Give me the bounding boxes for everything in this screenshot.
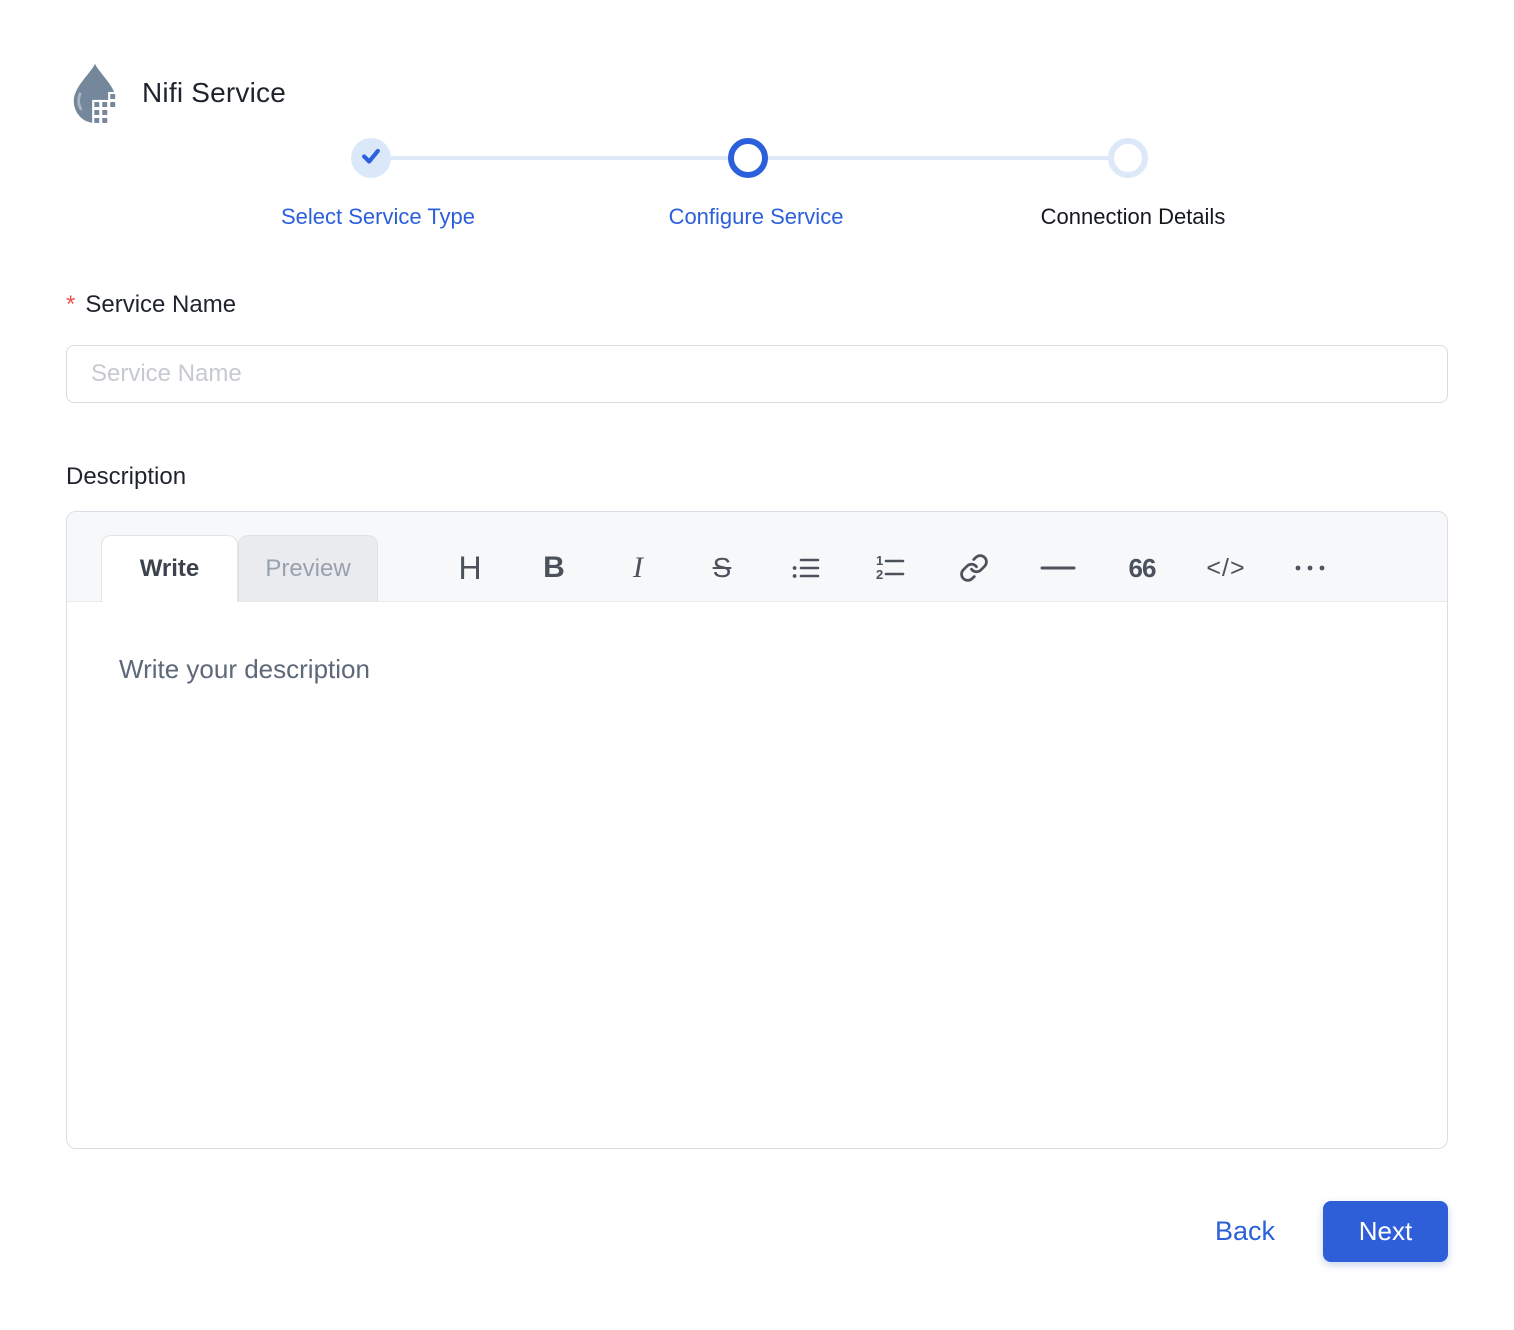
required-asterisk: * — [66, 291, 76, 318]
code-button[interactable]: </> — [1184, 535, 1268, 601]
nifi-service-wizard: Nifi Service Select Service Type Configu… — [0, 0, 1514, 1330]
next-button[interactable]: Next — [1323, 1201, 1448, 1262]
service-name-input[interactable] — [66, 345, 1448, 403]
more-icon — [1293, 563, 1327, 573]
bold-button[interactable]: B — [512, 535, 596, 601]
wizard-stepper: Select Service Type Configure Service Co… — [66, 138, 1448, 243]
link-icon — [959, 553, 989, 583]
step-label-connection-details[interactable]: Connection Details — [1041, 204, 1226, 230]
italic-button[interactable]: I — [596, 535, 680, 601]
check-icon — [360, 145, 382, 172]
unordered-list-button[interactable] — [764, 535, 848, 601]
description-textarea[interactable] — [67, 602, 1447, 1148]
page-header: Nifi Service — [66, 62, 1448, 126]
unordered-list-icon — [791, 553, 821, 583]
tab-write[interactable]: Write — [101, 535, 238, 602]
ordered-list-icon: 1 2 — [875, 553, 905, 583]
page-title: Nifi Service — [142, 77, 286, 108]
link-button[interactable] — [932, 535, 1016, 601]
step-connector-2 — [748, 156, 1128, 160]
strikethrough-icon: S — [712, 552, 732, 583]
description-editor: Write Preview H B I S 1 2 66 </> Write y… — [66, 511, 1448, 1149]
bold-icon: B — [543, 551, 565, 584]
nifi-drop-icon — [66, 62, 124, 126]
heading-icon: H — [458, 549, 482, 586]
horizontal-rule-icon — [1040, 564, 1076, 572]
service-name-label: Service Name — [85, 291, 237, 318]
quote-button[interactable]: 66 — [1100, 535, 1184, 601]
svg-text:1: 1 — [876, 553, 883, 568]
tab-preview[interactable]: Preview — [238, 535, 378, 601]
horizontal-rule-button[interactable] — [1016, 535, 1100, 601]
quote-icon: 66 — [1128, 552, 1157, 583]
svg-text:2: 2 — [876, 567, 883, 582]
back-button[interactable]: Back — [1215, 1216, 1275, 1247]
ordered-list-button[interactable]: 1 2 — [848, 535, 932, 601]
strikethrough-button[interactable]: S — [680, 535, 764, 601]
step-connector-1 — [371, 156, 748, 160]
description-label: Description — [66, 463, 187, 490]
service-name-label-row: * Service Name — [66, 291, 1448, 319]
code-icon: </> — [1206, 553, 1246, 582]
step-label-select-service-type[interactable]: Select Service Type — [281, 204, 475, 230]
wizard-footer: Back Next — [66, 1201, 1448, 1262]
step-1-completed-dot[interactable] — [351, 138, 391, 178]
toolbar-icons: H B I S 1 2 66 </> — [428, 535, 1352, 601]
editor-toolbar: Write Preview H B I S 1 2 66 </> — [67, 512, 1447, 602]
editor-content — [67, 602, 1447, 1148]
italic-icon: I — [633, 551, 643, 584]
step-3-pending-dot[interactable] — [1108, 138, 1148, 178]
more-button[interactable] — [1268, 535, 1352, 601]
step-2-active-dot[interactable] — [728, 138, 768, 178]
heading-button[interactable]: H — [428, 535, 512, 601]
step-label-configure-service[interactable]: Configure Service — [669, 204, 844, 230]
